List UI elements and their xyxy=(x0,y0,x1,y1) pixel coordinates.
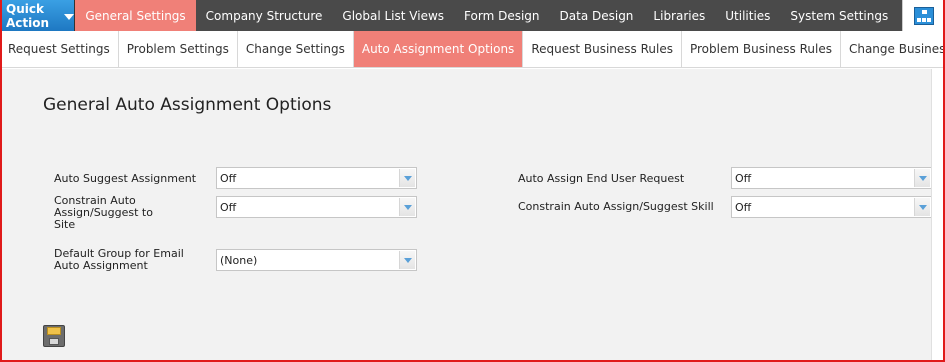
highlight-frame xyxy=(0,0,945,362)
